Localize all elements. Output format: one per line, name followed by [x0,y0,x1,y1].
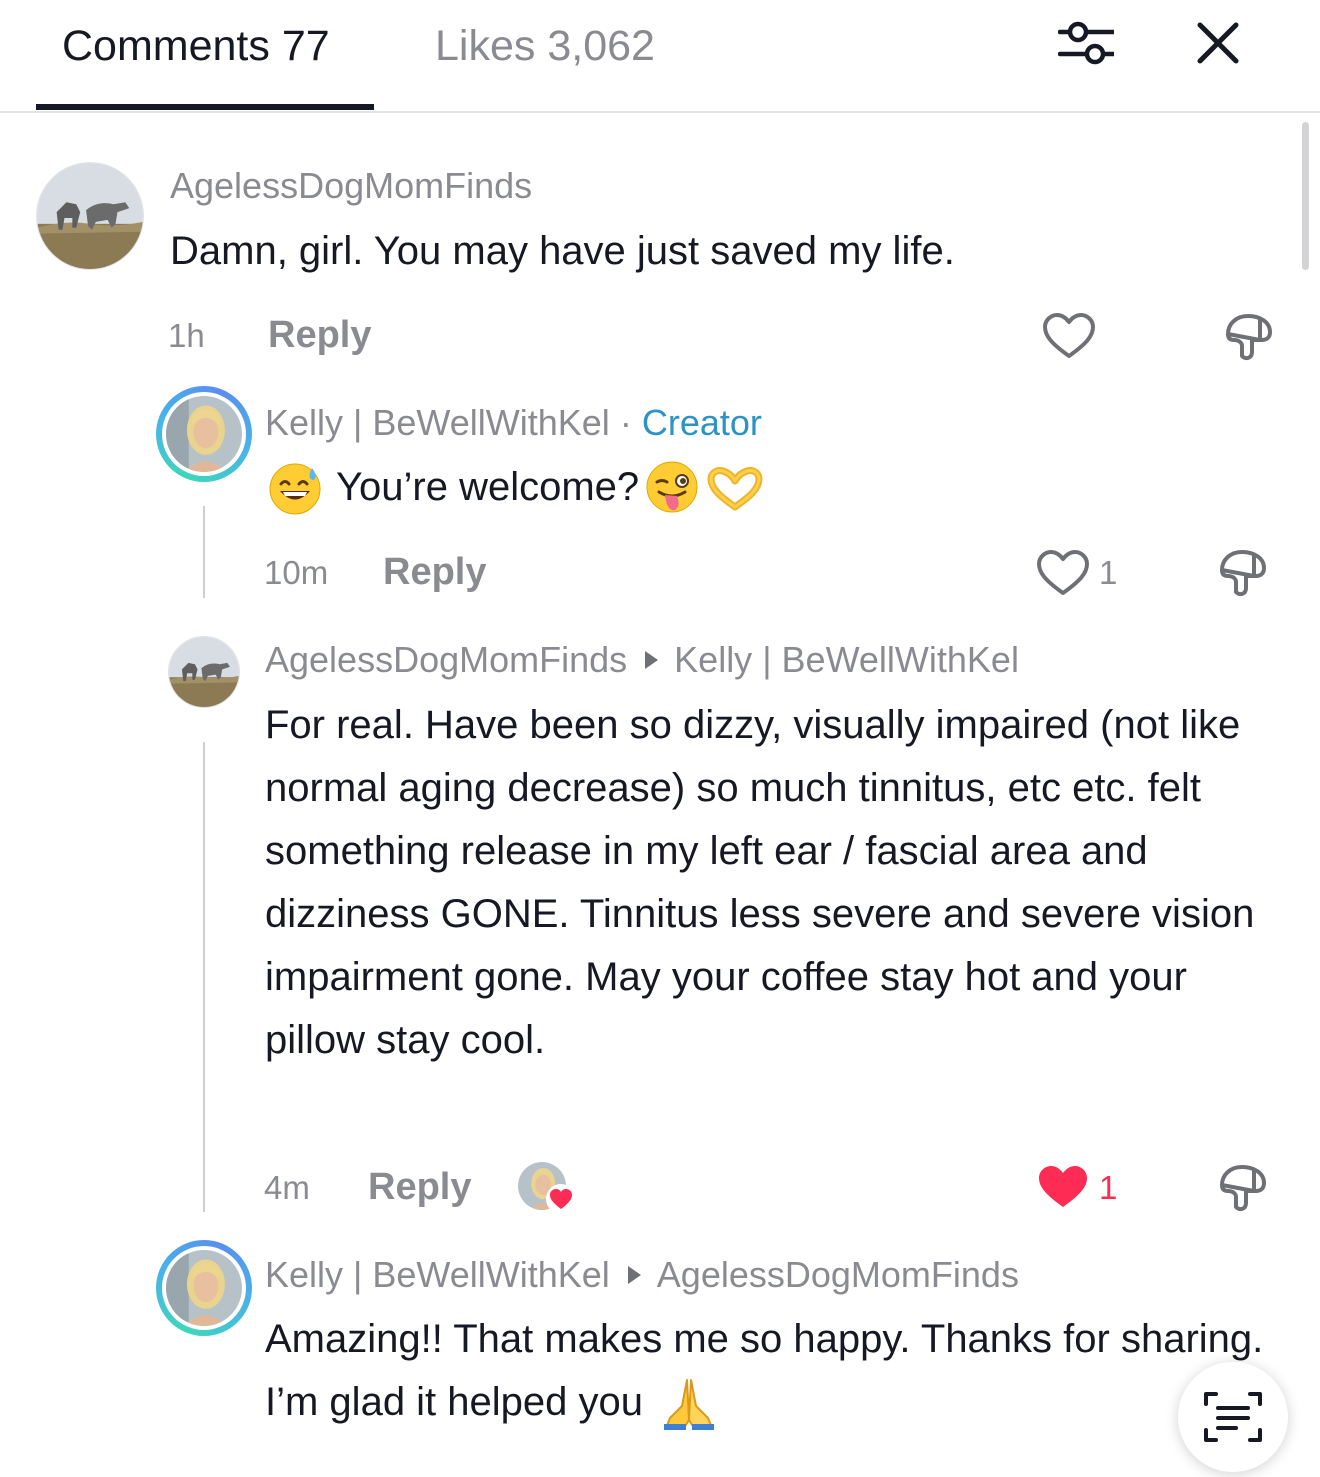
dislike-icon[interactable] [1222,312,1274,364]
comment-text: Amazing!! That makes me so happy. Thanks… [265,1317,1264,1424]
username-text[interactable]: Kelly | BeWellWithKel [265,1254,610,1295]
dislike-icon[interactable] [1216,1163,1268,1215]
heart-filled-icon[interactable] [1036,1163,1090,1211]
reply-button[interactable]: Reply [368,1165,471,1209]
avatar-creator[interactable] [156,1240,252,1336]
heart-outline-icon[interactable] [1036,549,1090,597]
separator-dot: · [619,402,632,443]
comment-username[interactable]: Kelly | BeWellWithKel AgelessDogMomFinds [265,1253,1019,1297]
folded-hands-emoji [660,1376,718,1432]
reply-button[interactable]: Reply [383,550,486,594]
tab-likes[interactable]: Likes 3,062 [435,18,655,74]
reply-arrow-icon [645,651,659,670]
creator-liked-badge [518,1162,576,1214]
grinning-sweat-emoji [268,462,322,516]
comment-time: 4m [264,1169,310,1206]
mini-heart-icon [546,1184,576,1214]
heart-outline-icon[interactable] [1042,312,1096,360]
username-text[interactable]: AgelessDogMomFinds [265,639,627,680]
tab-comments[interactable]: Comments 77 [62,18,330,74]
creator-badge: Creator [641,402,762,443]
like-count: 1 [1099,554,1118,591]
comment-time: 1h [168,317,205,354]
comment-text: Damn, girl. You may have just saved my l… [170,229,955,273]
reply-arrow-icon [627,1266,641,1285]
reply-to-username[interactable]: AgelessDogMomFinds [657,1254,1019,1295]
dislike-icon[interactable] [1216,548,1268,600]
comment-text: You’re welcome? [336,465,640,509]
captions-icon [1204,1392,1262,1442]
avatar-dog[interactable] [36,162,144,270]
reply-button[interactable]: Reply [268,313,371,357]
active-tab-indicator [36,104,374,110]
winking-tongue-emoji [645,460,699,518]
thread-line [203,506,205,598]
username-text[interactable]: Kelly | BeWellWithKel [265,402,610,443]
comment-text-row: You’re welcome? [268,456,1168,519]
comment-username[interactable]: AgelessDogMomFinds [170,164,532,208]
scrollbar[interactable] [1302,122,1309,270]
close-icon[interactable] [1195,20,1241,66]
comment-username[interactable]: AgelessDogMomFinds Kelly | BeWellWithKel [265,638,1019,682]
comment-time: 10m [264,554,329,591]
sliders-icon[interactable] [1057,18,1117,68]
reply-to-username[interactable]: Kelly | BeWellWithKel [674,639,1019,680]
comment-text-block: Amazing!! That makes me so happy. Thanks… [265,1308,1275,1434]
header-divider [0,111,1320,113]
comment-text: For real. Have been so dizzy, visually i… [265,703,1255,1062]
avatar-creator[interactable] [156,386,252,482]
comment-username[interactable]: Kelly | BeWellWithKel · Creator [265,401,762,445]
avatar-dog[interactable] [168,636,240,708]
captions-button[interactable] [1178,1362,1288,1472]
like-count: 1 [1099,1169,1118,1206]
thread-line [203,742,205,1212]
heart-hands-emoji [707,467,763,511]
